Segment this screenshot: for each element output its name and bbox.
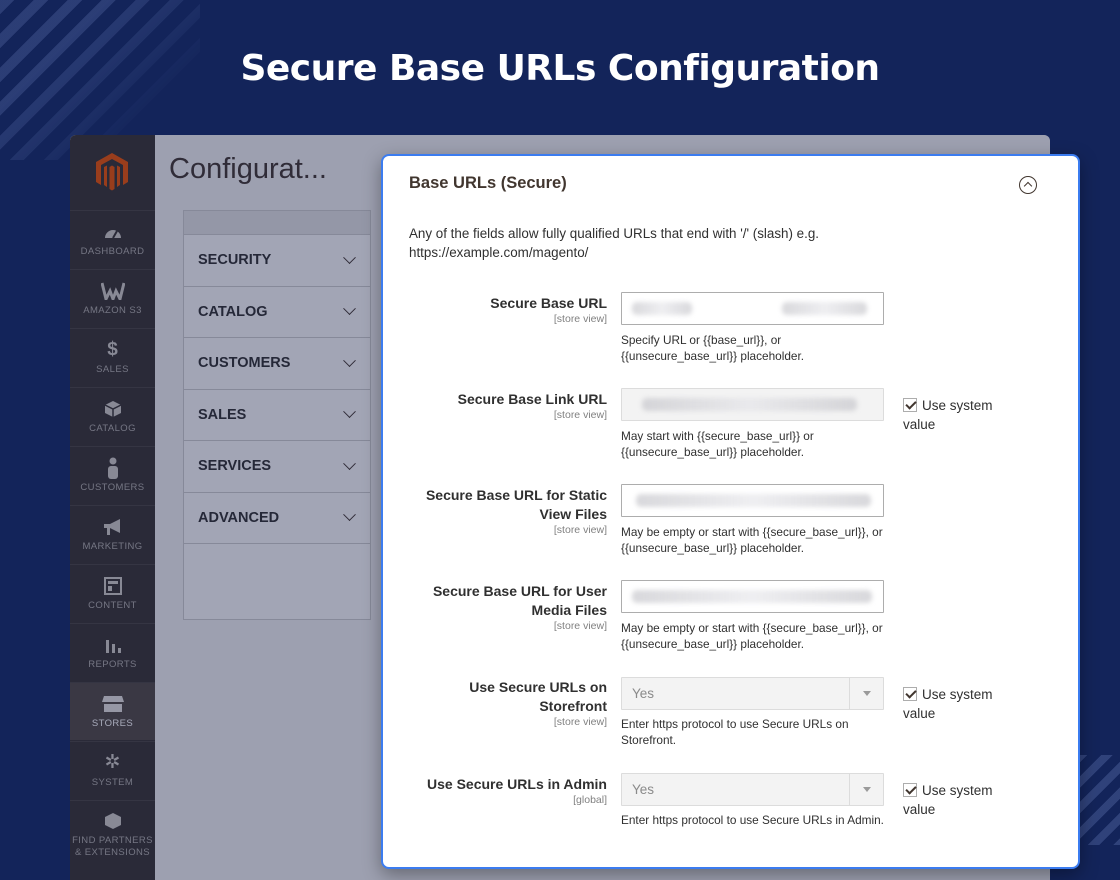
- person-icon: [106, 457, 120, 479]
- user-media-files-url-input[interactable]: [621, 580, 884, 613]
- use-system-value-checkbox[interactable]: Use system value: [903, 396, 1023, 434]
- field-note: May be empty or start with {{secure_base…: [621, 525, 883, 555]
- chevron-down-icon: [849, 678, 883, 709]
- field-note: Specify URL or {{base_url}}, or {{unsecu…: [621, 333, 805, 363]
- megaphone-icon: [102, 516, 124, 538]
- chevron-down-icon: [343, 405, 356, 419]
- field-label: Use Secure URLs on Storefront: [469, 679, 607, 714]
- magento-logo-icon[interactable]: [91, 149, 133, 195]
- gear-icon: ✲: [104, 752, 121, 774]
- scope-label: [store view]: [553, 313, 607, 325]
- tab-sales[interactable]: SALES: [184, 390, 370, 441]
- scope-label: [store view]: [553, 409, 607, 421]
- tab-security[interactable]: SECURITY: [184, 235, 370, 287]
- box-icon: [104, 398, 122, 420]
- tab-services[interactable]: SERVICES: [184, 441, 370, 493]
- use-system-value-checkbox[interactable]: Use system value: [903, 781, 1023, 819]
- scope-label: [global]: [573, 794, 607, 806]
- scope-label: [store view]: [553, 524, 607, 536]
- tab-customers[interactable]: CUSTOMERS: [184, 338, 370, 390]
- scope-label: [store view]: [553, 716, 607, 728]
- collapse-icon[interactable]: [1019, 176, 1037, 194]
- chevron-down-icon: [343, 251, 356, 264]
- field-label: Secure Base URL for User Media Files: [432, 583, 607, 618]
- amazon-s3-icon: [100, 280, 125, 302]
- scope-label: [store view]: [553, 620, 607, 632]
- field-note: May start with {{secure_base_url}} or {{…: [621, 429, 814, 459]
- field-note: Enter https protocol to use Secure URLs …: [621, 813, 884, 827]
- chevron-down-icon: [849, 774, 883, 805]
- panel-intro: Any of the fields allow fully qualified …: [409, 226, 820, 260]
- nav-reports[interactable]: REPORTS: [70, 623, 155, 681]
- storefront-icon: [101, 693, 125, 715]
- field-label: Use Secure URLs in Admin: [427, 776, 607, 792]
- chevron-down-icon: [343, 302, 356, 316]
- nav-content[interactable]: CONTENT: [70, 564, 155, 622]
- cube-icon: [104, 810, 122, 832]
- checkbox-checked-icon: [903, 398, 917, 412]
- admin-page-title: Configurat...: [169, 153, 327, 185]
- nav-customers[interactable]: CUSTOMERS: [70, 446, 155, 504]
- secure-admin-select[interactable]: Yes: [621, 773, 884, 806]
- tab-advanced[interactable]: ADVANCED: [184, 493, 370, 544]
- decorative-stripes: [1076, 755, 1120, 845]
- chevron-down-icon: [343, 508, 356, 522]
- nav-stores[interactable]: STORES: [70, 682, 155, 740]
- secure-storefront-select[interactable]: Yes: [621, 677, 884, 710]
- tabs-header: [184, 211, 370, 235]
- nav-dashboard[interactable]: DASHBOARD: [70, 210, 155, 268]
- layout-icon: [103, 575, 122, 597]
- chevron-down-icon: [343, 354, 356, 367]
- nav-system[interactable]: ✲ SYSTEM: [70, 741, 155, 799]
- admin-sidebar: DASHBOARD AMAZON S3 $ SALES CATALOG CUST…: [70, 135, 155, 880]
- panel-title: Base URLs (Secure): [409, 174, 567, 192]
- chevron-down-icon: [343, 457, 356, 470]
- bar-chart-icon: [104, 634, 122, 656]
- tab-catalog[interactable]: CATALOG: [184, 287, 370, 338]
- page-headline: Secure Base URLs Configuration: [240, 48, 880, 89]
- nav-catalog[interactable]: CATALOG: [70, 387, 155, 445]
- dashboard-icon: [103, 221, 123, 243]
- field-label: Secure Base Link URL: [457, 391, 607, 407]
- nav-marketing[interactable]: MARKETING: [70, 505, 155, 563]
- nav-amazon-s3[interactable]: AMAZON S3: [70, 269, 155, 327]
- field-label: Secure Base URL: [490, 295, 607, 311]
- nav-sales[interactable]: $ SALES: [70, 328, 155, 386]
- secure-base-link-url-input[interactable]: [621, 388, 884, 421]
- field-label: Secure Base URL for Static View Files: [425, 487, 607, 522]
- use-system-value-checkbox[interactable]: Use system value: [903, 685, 1023, 723]
- base-urls-secure-panel: Base URLs (Secure) Any of the fields all…: [381, 154, 1080, 869]
- nav-find-partners[interactable]: FIND PARTNERS & EXTENSIONS: [70, 800, 155, 868]
- static-view-files-url-input[interactable]: [621, 484, 884, 517]
- checkbox-checked-icon: [903, 783, 917, 797]
- checkbox-checked-icon: [903, 687, 917, 701]
- dollar-icon: $: [107, 338, 118, 360]
- field-note: May be empty or start with {{secure_base…: [621, 621, 883, 651]
- config-tabs: SECURITY CATALOG CUSTOMERS SALES SERVICE…: [183, 210, 371, 620]
- field-note: Enter https protocol to use Secure URLs …: [621, 717, 849, 747]
- secure-base-url-input[interactable]: [621, 292, 884, 325]
